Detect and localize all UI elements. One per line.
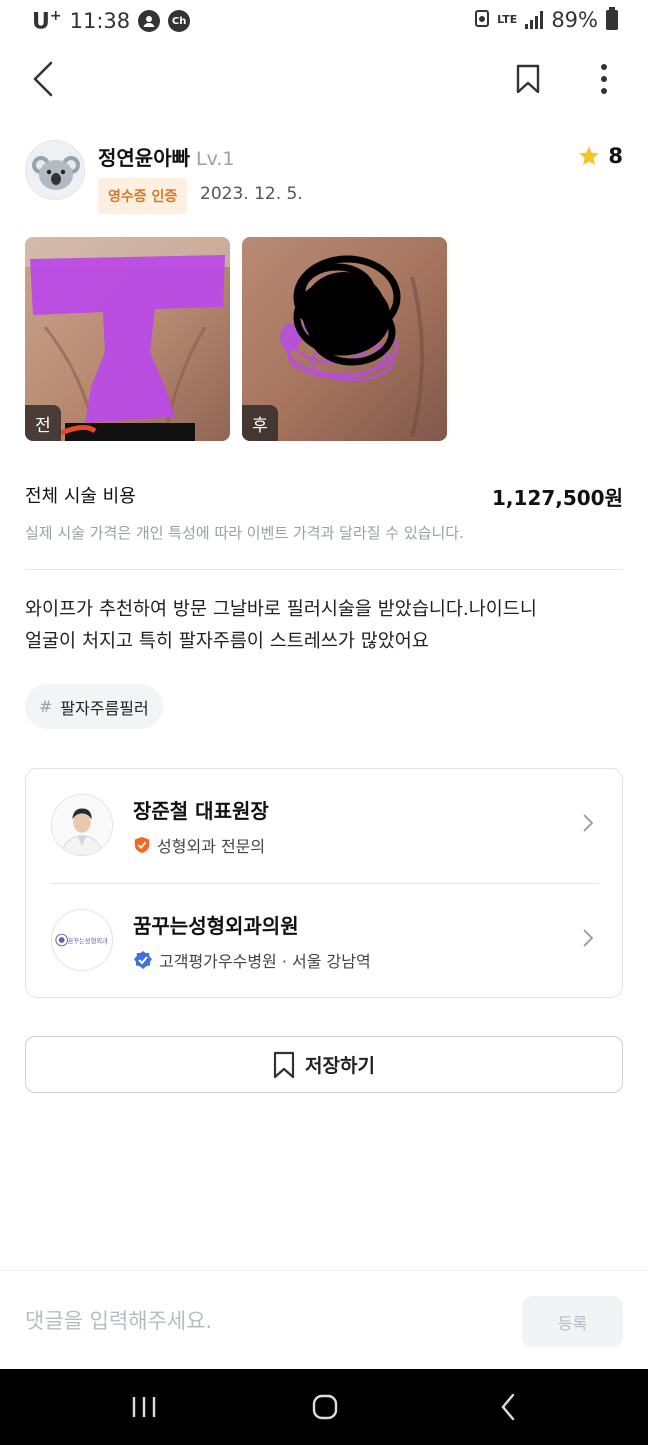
battery-icon [606, 7, 618, 30]
star-icon [579, 146, 599, 165]
home-button[interactable] [295, 1387, 355, 1427]
review-line: 와이프가 추천하여 방문 그날바로 필러시술을 받았습니다.나이드니 [25, 599, 537, 620]
cost-note: 실제 시술 가격은 개인 특성에 따라 이벤트 가격과 달라질 수 있습니다. [25, 524, 464, 542]
comment-input[interactable] [25, 1297, 495, 1345]
hospital-info: 고객평가우수병원 · 서울 강남역 [133, 948, 371, 972]
doctor-specialty-label: 성형외과 전문의 [157, 837, 266, 856]
doctor-row[interactable]: 장준철 대표원장 성형외과 전문의 [26, 769, 622, 883]
hospital-row[interactable]: 꿈꾸는성형외과 꿈꾸는성형외과의원 고객평가우수병원 · 서울 강남역 [26, 884, 622, 998]
rating: 8 [578, 144, 623, 168]
account-icon [138, 10, 161, 33]
bookmark-button[interactable] [503, 54, 553, 104]
doctor-specialty: 성형외과 전문의 [133, 833, 265, 857]
back-nav-icon [501, 1393, 515, 1421]
submit-comment-button[interactable]: 등록 [522, 1296, 623, 1347]
author-level: Lv.1 [196, 148, 235, 170]
receipt-verified-badge: 영수증 인증 [98, 178, 188, 214]
battery-percent: 89% [551, 8, 598, 32]
specialist-badge-icon [134, 836, 150, 854]
chevron-left-icon [33, 61, 53, 97]
author-name[interactable]: 정연윤아빠 Lv.1 [98, 142, 234, 171]
system-nav-bar [0, 1369, 648, 1445]
chat-icon: Ch [168, 10, 191, 33]
treatment-cost: 전체 시술 비용 1,127,500원 실제 시술 가격은 개인 특성에 따라 … [25, 482, 623, 543]
comment-bar: 등록 [0, 1270, 648, 1369]
hospital-logo-icon: 꿈꾸는성형외과 [55, 933, 108, 947]
save-button[interactable]: 저장하기 [25, 1036, 623, 1093]
doctor-avatar [51, 794, 113, 856]
author-avatar[interactable] [25, 140, 85, 200]
hashtag-chip[interactable]: # 팔자주름필러 [25, 684, 163, 729]
rating-value: 8 [608, 144, 623, 168]
hospital-info-label: 고객평가우수병원 · 서울 강남역 [159, 952, 371, 971]
recent-apps-icon [132, 1397, 156, 1417]
doctor-hospital-card: 장준철 대표원장 성형외과 전문의 꿈꾸는성형외과 꿈꾸는성형외과의원 고객평가… [25, 768, 623, 998]
back-nav-button[interactable] [478, 1387, 538, 1427]
before-after-photos: 전 후 [25, 237, 447, 441]
hash-icon: # [39, 697, 53, 716]
doctor-portrait-icon [52, 795, 112, 855]
more-button[interactable] [579, 54, 629, 104]
review-text: 와이프가 추천하여 방문 그날바로 필러시술을 받았습니다.나이드니 얼굴이 처… [25, 594, 623, 658]
doctor-name: 장준철 대표원장 [133, 799, 269, 823]
back-button[interactable] [18, 54, 68, 104]
bookmark-icon [516, 64, 540, 94]
hospital-name: 꿈꾸는성형외과의원 [133, 914, 299, 938]
network-label: LTE [497, 13, 518, 26]
hashtag-label: 팔자주름필러 [60, 698, 149, 718]
hospital-logo: 꿈꾸는성형외과 [51, 909, 113, 971]
divider [25, 569, 623, 570]
svg-text:꿈꾸는성형외과: 꿈꾸는성형외과 [67, 936, 108, 945]
status-bar: U+ 11:38 Ch LTE 89% [0, 0, 648, 44]
save-button-label: 저장하기 [305, 1055, 375, 1077]
clock: 11:38 [69, 9, 131, 34]
koala-icon [32, 156, 80, 190]
post-date: 2023. 12. 5. [200, 184, 303, 204]
signal-icon [525, 11, 544, 29]
recycle-icon [475, 9, 490, 31]
before-photo[interactable]: 전 [25, 237, 230, 441]
after-tag: 후 [242, 405, 278, 441]
recent-apps-button[interactable] [114, 1387, 174, 1427]
home-icon [312, 1394, 338, 1420]
verified-badge-icon [134, 951, 152, 969]
chevron-right-icon [582, 928, 594, 952]
chevron-right-icon [582, 813, 594, 837]
author-section: 정연윤아빠 Lv.1 영수증 인증 2023. 12. 5. 8 [25, 138, 623, 218]
before-tag: 전 [25, 405, 61, 441]
top-app-bar [0, 44, 648, 114]
review-line: 얼굴이 처지고 특히 팔자주름이 스트레쓰가 많았어요 [25, 631, 429, 652]
more-vertical-icon [601, 64, 607, 94]
after-photo[interactable]: 후 [242, 237, 447, 441]
bookmark-icon [273, 1051, 295, 1078]
cost-value: 1,127,500원 [491, 486, 623, 510]
carrier-label: U+ [32, 8, 62, 35]
